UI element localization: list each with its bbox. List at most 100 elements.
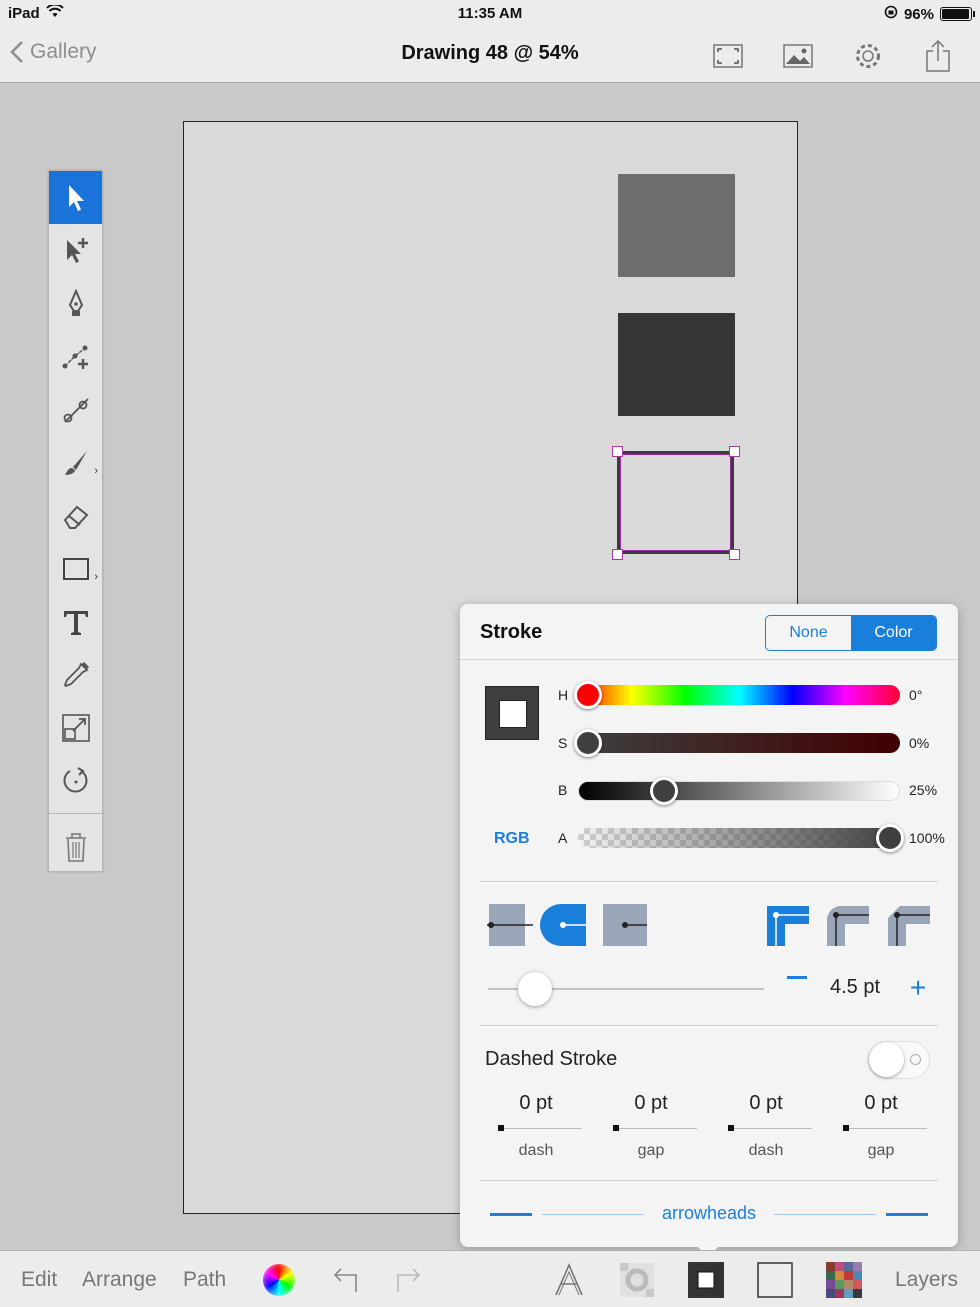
rectangle-shape-gray[interactable] [618, 174, 735, 277]
color-wheel-icon[interactable] [259, 1260, 299, 1300]
select-arrow-icon [68, 184, 84, 211]
selection-handle-bottom-left[interactable] [612, 549, 623, 560]
pen-tool[interactable] [49, 277, 102, 330]
hue-slider-knob[interactable] [574, 681, 602, 709]
color-model-toggle[interactable]: RGB [494, 830, 530, 848]
scissors-icon [63, 397, 89, 423]
scissors-tool[interactable] [49, 383, 102, 436]
image-icon[interactable] [778, 36, 818, 76]
brush-tool[interactable]: › [49, 436, 102, 489]
text-icon [63, 610, 88, 635]
rectangle-icon [62, 557, 89, 580]
battery-percent: 96% [903, 5, 934, 23]
stroke-width-value: 4.5 pt [830, 976, 881, 998]
brightness-slider[interactable] [578, 781, 900, 801]
dash-length-field-2[interactable]: 0 pt dash [720, 1092, 812, 1160]
pen-icon [68, 288, 83, 316]
brightness-value: 25% [909, 782, 938, 798]
redo-icon[interactable] [389, 1260, 429, 1300]
eyedropper-tool[interactable] [49, 648, 102, 701]
square-cap-button[interactable] [601, 904, 647, 946]
square-cap-icon [603, 904, 647, 946]
text-style-icon[interactable] [549, 1260, 589, 1300]
text-tool[interactable] [49, 595, 102, 648]
status-bar: iPad 11:35 AM 96% [0, 0, 980, 28]
status-time: 11:35 AM [457, 5, 523, 22]
rectangle-shape-selected[interactable] [617, 451, 734, 554]
miter-join-button[interactable] [765, 904, 811, 946]
end-arrowhead-button[interactable] [886, 1213, 928, 1216]
dash-length-field-1[interactable]: 0 pt dash [490, 1092, 582, 1160]
fill-style-icon[interactable] [755, 1260, 795, 1300]
miter-join-icon [767, 906, 809, 946]
round-join-icon [827, 906, 869, 946]
dashed-stroke-toggle[interactable] [868, 1041, 930, 1079]
alpha-slider[interactable] [578, 828, 900, 848]
selection-handle-top-left[interactable] [612, 446, 623, 457]
edit-menu[interactable]: Edit [21, 1268, 57, 1292]
arrange-menu[interactable]: Arrange [82, 1268, 157, 1292]
butt-cap-button[interactable] [487, 904, 533, 946]
bevel-join-icon [888, 906, 930, 946]
butt-cap-icon [487, 904, 533, 946]
submenu-chevron-icon: › [94, 571, 98, 583]
bevel-join-button[interactable] [886, 904, 932, 946]
gap-label: gap [867, 1142, 895, 1159]
submenu-chevron-icon: › [94, 465, 98, 477]
eraser-tool[interactable] [49, 489, 102, 542]
stroke-none-button[interactable]: None [766, 616, 851, 650]
gap-value: 0 pt [634, 1092, 668, 1114]
delete-tool[interactable] [49, 820, 102, 873]
navigation-bar: Gallery Drawing 48 @ 54% [0, 28, 980, 83]
bottom-toolbar: Edit Arrange Path Layers [0, 1250, 980, 1307]
select-tool[interactable] [49, 171, 102, 224]
layers-button[interactable]: Layers [895, 1268, 958, 1292]
stroke-panel: Stroke None Color H 0° S 0% B 25% RGB A … [460, 604, 958, 1247]
saturation-label: S [558, 735, 568, 751]
alpha-slider-knob[interactable] [876, 824, 904, 852]
decrease-width-button[interactable] [787, 976, 807, 979]
eraser-icon [63, 505, 88, 529]
settings-gear-icon[interactable] [848, 36, 888, 76]
round-join-button[interactable] [825, 904, 871, 946]
node-tool[interactable] [49, 330, 102, 383]
rectangle-shape-dark[interactable] [618, 313, 735, 416]
gap-length-field-2[interactable]: 0 pt gap [835, 1092, 927, 1160]
swatches-icon[interactable] [824, 1260, 864, 1300]
tool-palette: › › [48, 170, 103, 872]
add-point-arrow-icon [66, 237, 88, 263]
stroke-color-button[interactable]: Color [851, 616, 936, 650]
saturation-slider-knob[interactable] [574, 729, 602, 757]
shape-tool[interactable]: › [49, 542, 102, 595]
brightness-label: B [558, 782, 568, 798]
gap-label: gap [637, 1142, 665, 1159]
stroke-color-swatch[interactable] [485, 686, 539, 740]
undo-icon[interactable] [325, 1260, 365, 1300]
direct-select-tool[interactable] [49, 224, 102, 277]
hue-label: H [558, 687, 569, 703]
path-menu[interactable]: Path [183, 1268, 226, 1292]
increase-width-button[interactable]: + [906, 974, 930, 1002]
selection-handle-bottom-right[interactable] [729, 549, 740, 560]
shadow-style-icon[interactable] [617, 1260, 657, 1300]
saturation-slider[interactable] [578, 733, 900, 753]
dashed-stroke-label: Dashed Stroke [485, 1048, 618, 1070]
hue-slider[interactable] [578, 685, 900, 705]
brightness-slider-knob[interactable] [649, 777, 678, 805]
battery-icon [940, 7, 975, 21]
gap-value: 0 pt [864, 1092, 898, 1114]
fit-screen-icon[interactable] [708, 36, 748, 76]
stroke-style-icon[interactable] [686, 1260, 726, 1300]
gap-length-field-1[interactable]: 0 pt gap [605, 1092, 697, 1160]
rotate-tool[interactable] [49, 754, 102, 807]
transform-tool[interactable] [49, 701, 102, 754]
selection-handle-top-right[interactable] [729, 446, 740, 457]
round-cap-icon [540, 904, 586, 946]
eyedropper-icon [63, 661, 89, 687]
stroke-width-slider-knob[interactable] [517, 972, 552, 1006]
dash-value: 0 pt [749, 1092, 783, 1114]
round-cap-button[interactable] [540, 904, 586, 946]
share-icon[interactable] [918, 36, 958, 76]
rotate-icon [63, 766, 87, 792]
hue-value: 0° [909, 687, 923, 703]
